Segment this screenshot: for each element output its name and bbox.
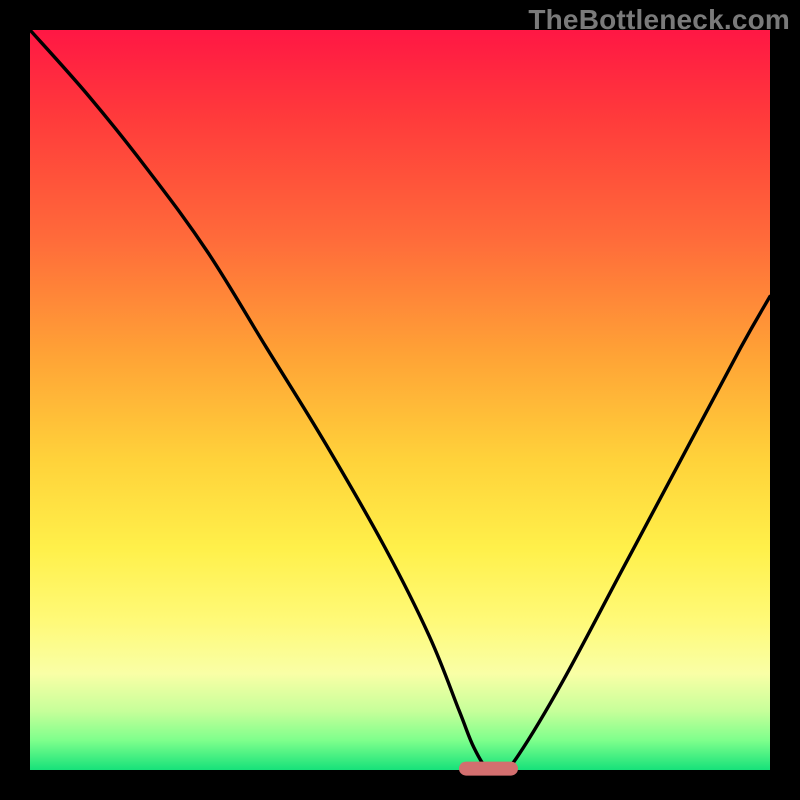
plot-area [30,30,770,770]
bottleneck-curve [30,30,770,770]
curve-layer [30,30,770,770]
chart-frame: TheBottleneck.com [0,0,800,800]
optimal-marker [459,762,518,776]
